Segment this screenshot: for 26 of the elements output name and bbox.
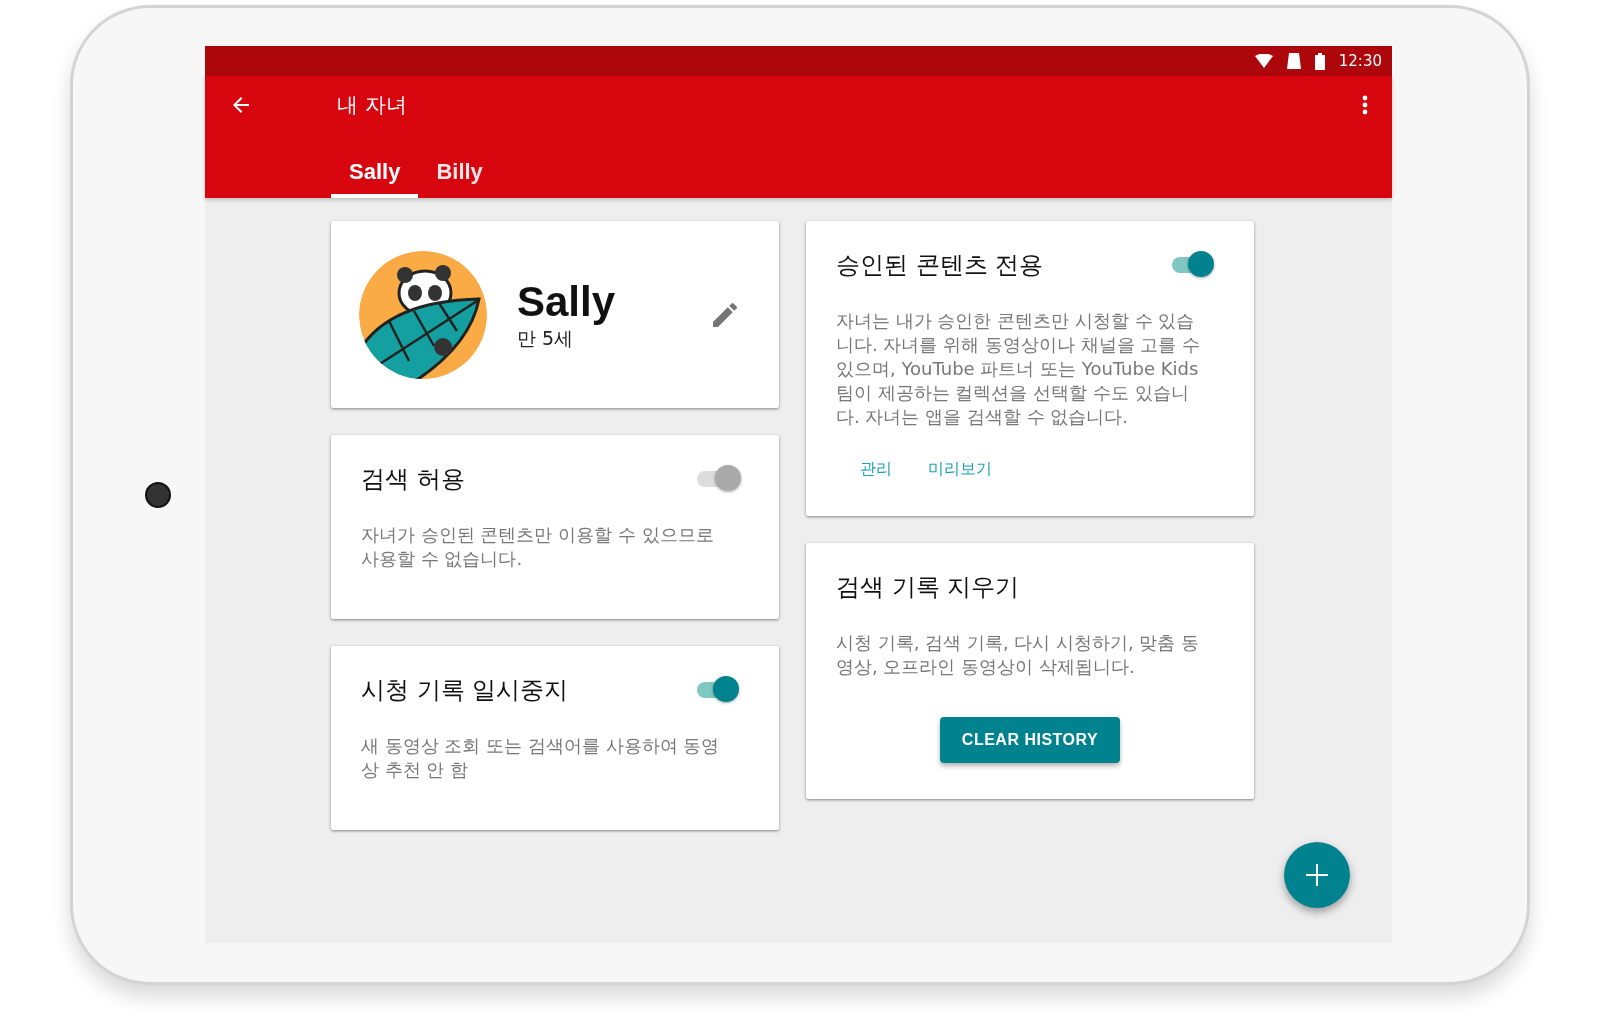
clear-history-button[interactable]: CLEAR HISTORY — [939, 717, 1121, 763]
status-time: 12:30 — [1338, 52, 1382, 70]
add-button[interactable] — [1284, 842, 1350, 908]
camera-dot — [145, 482, 171, 508]
setting-description: 새 동영상 조회 또는 검색어를 사용하여 동영상 추천 안 함 — [361, 734, 721, 782]
text-link[interactable]: 관리 — [860, 459, 892, 480]
setting-description: 자녀는 내가 승인한 콘텐츠만 시청할 수 있습니다. 자녀를 위해 동영상이나 채널을 고를 수 있으며, YouTube 파트너 또는 YouTube Kids팀이 제공하는 컬렉션을 선택할 수도 있습니다. 자녀는 앱을 검색할 수 없습니다. — [836, 309, 1202, 429]
app-bar-title: 내 자녀 — [337, 91, 408, 119]
toggle-switch[interactable] — [695, 676, 741, 704]
toggle-switch[interactable] — [695, 465, 741, 493]
setting-description: 자녀가 승인된 콘텐츠만 이용할 수 있으므로 사용할 수 없습니다. — [361, 523, 715, 571]
child-name: Sally — [517, 277, 617, 326]
child-tab[interactable]: Sally — [331, 153, 419, 198]
setting-title: 승인된 콘텐츠 전용 — [836, 250, 1044, 281]
wifi-icon — [1254, 54, 1273, 68]
setting-title: 시청 기록 일시중지 — [361, 675, 569, 706]
setting-title: 검색 허용 — [361, 464, 465, 495]
child-age: 만 5세 — [517, 325, 575, 351]
battery-icon — [1314, 52, 1325, 70]
signal-icon — [1286, 53, 1301, 69]
plus-icon — [1306, 864, 1328, 886]
setting-description: 시청 기록, 검색 기록, 다시 시청하기, 맞춤 동영상, 오프라인 동영상이 삭제됩니다. — [836, 631, 1201, 679]
child-tab[interactable]: Billy — [418, 153, 501, 198]
toggle-switch[interactable] — [1170, 251, 1216, 279]
setting-title: 검색 기록 지우기 — [836, 573, 1020, 601]
text-link[interactable]: 미리보기 — [928, 459, 992, 480]
